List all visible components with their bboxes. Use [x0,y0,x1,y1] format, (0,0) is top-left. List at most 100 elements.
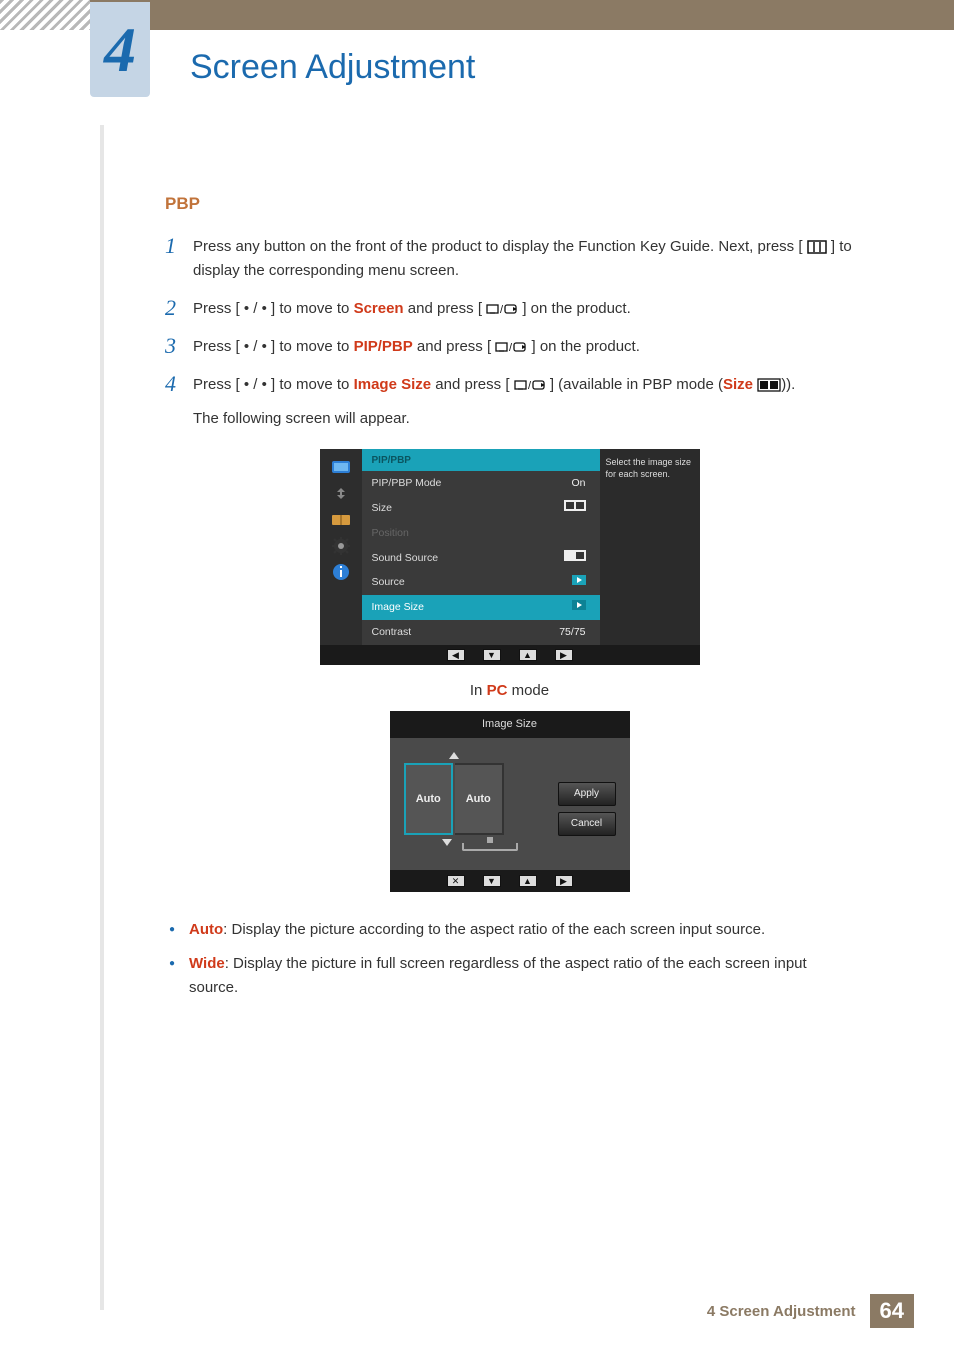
pbp-right-screen[interactable]: Auto [455,763,504,835]
label: Size [372,500,392,517]
keyword-image-size: Image Size [354,376,432,393]
screen-tab-icon[interactable] [328,483,354,505]
nav-down-key-icon[interactable]: ▼ [483,649,501,661]
nav-down-key-icon[interactable]: ▼ [483,875,501,887]
step-text: Press [ • / • ] to move to PIP/PBP and p… [193,335,854,359]
page-footer: 4 Screen Adjustment 64 [707,1294,914,1328]
text: Press [ • / • ] to move to [193,300,354,317]
info-tab-icon[interactable] [328,561,354,583]
step-4: 4 Press [ • / • ] to move to Image Size … [165,373,854,431]
list-item: ● Wide: Display the picture in full scre… [169,952,854,1000]
cancel-button[interactable]: Cancel [558,812,616,836]
footer-chapter-ref: 4 Screen Adjustment [707,1303,856,1320]
chapter-title: Screen Adjustment [190,48,475,87]
menu-item-contrast[interactable]: Contrast 75/75 [362,620,600,645]
osd-hint-panel: Select the image size for each screen. [600,449,700,645]
value: On [571,475,585,492]
text: : Display the picture according to the a… [223,921,765,938]
osd-nav-keys: ◀ ▼ ▲ ▶ [320,645,700,665]
text: ] on the product. [531,338,639,355]
text: and press [ [431,376,509,393]
keyword-wide: Wide [189,955,225,972]
pip-pbp-tab-icon[interactable] [328,509,354,531]
step-number: 3 [165,335,193,359]
label: Source [372,574,405,591]
arrow-right-icon [572,574,586,591]
svg-text:/: / [500,304,504,316]
settings-tab-icon[interactable] [328,535,354,557]
nav-right-key-icon[interactable]: ▶ [555,875,573,887]
label: Position [372,525,409,542]
pbp-size-glyph-icon [564,500,586,517]
text: Press any button on the front of the pro… [193,238,803,255]
menu-key-icon [807,240,827,254]
step-number: 1 [165,235,193,283]
text: and press [ [413,338,491,355]
osd-menu-title: PIP/PBP [362,449,600,471]
text: : Display the picture in full screen reg… [189,955,807,996]
step-text: Press [ • / • ] to move to Image Size an… [193,373,854,431]
text: The following screen will appear. [193,407,854,431]
keyword-auto: Auto [189,921,223,938]
nav-close-key-icon[interactable]: ✕ [447,875,465,887]
svg-text:/: / [509,342,513,354]
chapter-header: 4 Screen Adjustment [0,30,954,125]
text: Press [ • / • ] to move to [193,338,354,355]
osd2-title: Image Size [390,711,630,739]
step-text: Press [ • / • ] to move to Screen and pr… [193,297,854,321]
value: 75/75 [559,624,585,641]
arrow-up-icon [449,752,459,759]
nav-up-key-icon[interactable]: ▲ [519,875,537,887]
menu-item-image-size-selected[interactable]: Image Size [362,595,600,620]
nav-right-key-icon[interactable]: ▶ [555,649,573,661]
picture-tab-icon[interactable] [328,457,354,479]
arrow-right-icon [572,599,586,616]
step-3: 3 Press [ • / • ] to move to PIP/PBP and… [165,335,854,359]
menu-item-source[interactable]: Source [362,570,600,595]
label: Image Size [372,599,425,616]
description-list: ● Auto: Display the picture according to… [169,918,854,1000]
osd2-caption: In PC mode [165,679,854,703]
left-margin-strip [100,125,104,1310]
svg-text:/: / [528,380,532,392]
bullet-icon: ● [169,952,189,1000]
arrow-down-icon [442,839,452,846]
menu-item-size[interactable]: Size [362,496,600,521]
step-number: 2 [165,297,193,321]
text: Press [ • / • ] to move to [193,376,354,393]
pbp-left-screen[interactable]: Auto [404,763,453,835]
nav-up-key-icon[interactable]: ▲ [519,649,537,661]
text: ] on the product. [522,300,630,317]
footer-page-number: 64 [870,1294,914,1328]
select-source-key-icon: / [514,378,546,392]
sound-right-glyph-icon [564,550,586,567]
step-1: 1 Press any button on the front of the p… [165,235,854,283]
apply-button[interactable]: Apply [558,782,616,806]
text: ] (available in PBP mode ( [550,376,723,393]
osd-menu-pip-pbp: PIP/PBP PIP/PBP Mode On Size Position Sou… [320,449,700,665]
pbp-preview: Auto Auto [404,763,504,835]
osd-dialog-image-size: Image Size Auto Auto Apply Cancel ✕ [390,711,630,893]
section-heading: PBP [165,190,854,217]
nav-left-key-icon[interactable]: ◀ [447,649,465,661]
step-text: Press any button on the front of the pro… [193,235,854,283]
text: )). [781,376,795,393]
osd-menu-list: PIP/PBP PIP/PBP Mode On Size Position Sou… [362,449,600,645]
keyword-screen: Screen [354,300,404,317]
menu-item-mode[interactable]: PIP/PBP Mode On [362,471,600,496]
label: Contrast [372,624,412,641]
text: and press [ [404,300,482,317]
menu-item-sound-source[interactable]: Sound Source [362,546,600,571]
keyword-pc: PC [487,682,508,699]
page-content: PBP 1 Press any button on the front of t… [165,190,854,1000]
keyword-pip-pbp: PIP/PBP [354,338,413,355]
list-item: ● Auto: Display the picture according to… [169,918,854,942]
text: In [470,682,487,699]
select-source-key-icon: / [495,340,527,354]
step-number: 4 [165,373,193,431]
step-2: 2 Press [ • / • ] to move to Screen and … [165,297,854,321]
osd2-nav-keys: ✕ ▼ ▲ ▶ [390,870,630,892]
monitor-stand-icon [462,843,518,851]
label: PIP/PBP Mode [372,475,442,492]
label: Sound Source [372,550,439,567]
